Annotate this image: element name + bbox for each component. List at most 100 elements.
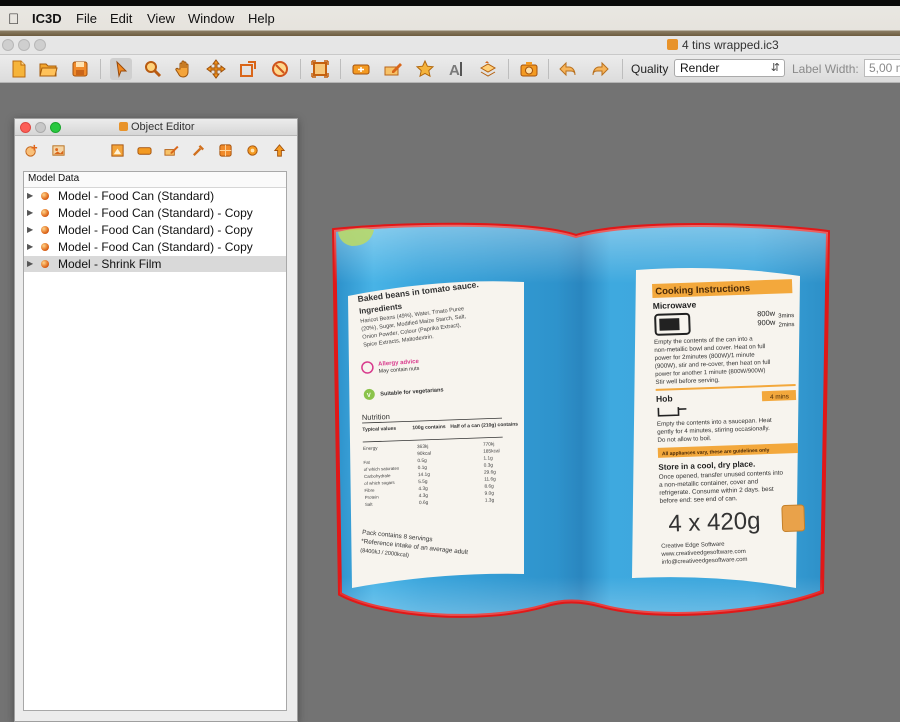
close-panel-button[interactable] (20, 122, 31, 133)
quality-select[interactable]: Render ⇵ (674, 59, 785, 77)
microwave-time: 2mins (778, 322, 794, 329)
nutrition-header: 100g contains (412, 424, 446, 431)
redo-icon[interactable] (589, 58, 611, 80)
menu-file[interactable]: File (76, 12, 97, 26)
tree-item-label: Model - Food Can (Standard) - Copy (58, 206, 253, 220)
scale-icon[interactable] (237, 58, 259, 80)
save-icon[interactable] (69, 58, 91, 80)
edit-label-icon[interactable] (382, 58, 404, 80)
nutrition-header: Typical values (362, 426, 396, 433)
disclosure-triangle-icon[interactable]: ▶ (27, 205, 33, 221)
svg-text:0.1g: 0.1g (418, 465, 428, 471)
nutrition-title: Nutrition (362, 412, 390, 422)
disclosure-triangle-icon[interactable]: ▶ (27, 222, 33, 238)
svg-text:1.3g: 1.3g (485, 497, 495, 503)
close-window-button[interactable] (2, 39, 14, 51)
tree-item-selected[interactable]: ▶ Model - Shrink Film (24, 256, 286, 272)
tools-icon[interactable] (189, 141, 207, 159)
model-object-icon (41, 226, 49, 234)
microwave-power: 900w (757, 318, 776, 328)
svg-text:Salt: Salt (365, 502, 374, 507)
microwave-time: 3mins (778, 313, 794, 320)
pack-size: 4 x 420g (668, 507, 761, 537)
right-can-label: Cooking Instructions Microwave 800w 3min… (632, 268, 806, 588)
svg-text:Energy: Energy (363, 445, 378, 451)
add-label-icon[interactable] (350, 58, 372, 80)
svg-text:90kcal: 90kcal (417, 451, 431, 457)
svg-text:0.5g: 0.5g (417, 458, 427, 464)
zoom-icon[interactable] (142, 58, 164, 80)
menu-edit[interactable]: Edit (110, 12, 132, 26)
tree-item[interactable]: ▶ Model - Food Can (Standard) - Copy (24, 205, 286, 221)
svg-text:Fibre: Fibre (364, 488, 375, 493)
zoom-window-button[interactable] (34, 39, 46, 51)
frame-icon[interactable] (309, 58, 331, 80)
microwave-title: Microwave (653, 299, 697, 311)
svg-text:Fat: Fat (363, 460, 370, 465)
new-document-icon[interactable] (8, 58, 30, 80)
object-editor-title: Object Editor (119, 121, 195, 133)
object-editor-title-text: Object Editor (131, 121, 195, 133)
tree-header: Model Data (24, 172, 286, 188)
text-icon[interactable]: A (446, 58, 468, 80)
hob-time: 4 mins (770, 393, 789, 401)
layers-icon[interactable] (477, 58, 499, 80)
tree-item[interactable]: ▶ Model - Food Can (Standard) - Copy (24, 239, 286, 255)
left-can-label: Baked beans in tomato sauce. Ingredients… (348, 279, 524, 588)
apple-menu-icon[interactable]:  (8, 11, 19, 28)
svg-text:5.5g: 5.5g (418, 479, 428, 485)
object-editor-titlebar: Object Editor (15, 119, 297, 136)
rotate-icon[interactable] (269, 58, 291, 80)
model-object-icon (41, 209, 49, 217)
object-editor-panel: Object Editor Model Data ▶ Model - Food … (14, 118, 298, 722)
quality-select-value: Render (680, 61, 720, 75)
select-arrow-icon[interactable] (110, 58, 132, 80)
minimize-window-button[interactable] (18, 39, 30, 51)
menu-help[interactable]: Help (248, 12, 275, 26)
menu-window[interactable]: Window (188, 12, 234, 26)
svg-text:0.6g: 0.6g (419, 500, 429, 506)
label-icon[interactable] (135, 141, 153, 159)
svg-text:185kcal: 185kcal (483, 448, 500, 455)
model-object-icon (41, 192, 49, 200)
import-image-icon[interactable] (49, 141, 67, 159)
material-icon[interactable] (216, 141, 234, 159)
disclosure-triangle-icon[interactable]: ▶ (27, 188, 33, 204)
svg-text:4.3g: 4.3g (418, 486, 428, 492)
main-toolbar: A Quality Render ⇵ Label Width: 5,00 m (0, 55, 900, 83)
lighting-icon[interactable] (243, 141, 261, 159)
svg-text:8.6g: 8.6g (484, 483, 494, 489)
label-width-label: Label Width: (792, 62, 859, 76)
model-data-tree[interactable]: Model Data ▶ Model - Food Can (Standard)… (23, 171, 287, 711)
pan-hand-icon[interactable] (174, 58, 196, 80)
menu-bar:  IC3D File Edit View Window Help (0, 0, 900, 36)
app-icon (119, 122, 128, 131)
edit-icon[interactable] (162, 141, 180, 159)
svg-text:770kj: 770kj (483, 441, 495, 447)
select-chevron-icon: ⇵ (770, 62, 780, 74)
star-icon[interactable] (414, 58, 436, 80)
open-folder-icon[interactable] (37, 58, 59, 80)
upload-icon[interactable] (270, 141, 288, 159)
add-object-icon[interactable] (22, 141, 40, 159)
shrink-wrapped-cans-model[interactable]: Baked beans in tomato sauce. Ingredients… (330, 222, 832, 630)
disclosure-triangle-icon[interactable]: ▶ (27, 239, 33, 255)
svg-text:0.3g: 0.3g (484, 462, 494, 468)
label-width-input[interactable]: 5,00 m (864, 59, 900, 77)
menu-view[interactable]: View (147, 12, 175, 26)
svg-text:29.6g: 29.6g (484, 469, 497, 475)
disclosure-triangle-icon[interactable]: ▶ (27, 256, 33, 272)
tree-item-label: Model - Food Can (Standard) - Copy (58, 240, 253, 254)
minimize-panel-button[interactable] (35, 122, 46, 133)
model-object-icon (41, 260, 49, 268)
zoom-panel-button[interactable] (50, 122, 61, 133)
tree-item-label: Model - Food Can (Standard) (58, 189, 215, 203)
tree-item[interactable]: ▶ Model - Food Can (Standard) (24, 188, 286, 204)
camera-icon[interactable] (518, 58, 540, 80)
picture-icon[interactable] (108, 141, 126, 159)
move-icon[interactable] (205, 58, 227, 80)
tree-item[interactable]: ▶ Model - Food Can (Standard) - Copy (24, 222, 286, 238)
undo-icon[interactable] (557, 58, 579, 80)
app-menu[interactable]: IC3D (32, 12, 62, 26)
hob-title: Hob (656, 393, 673, 404)
